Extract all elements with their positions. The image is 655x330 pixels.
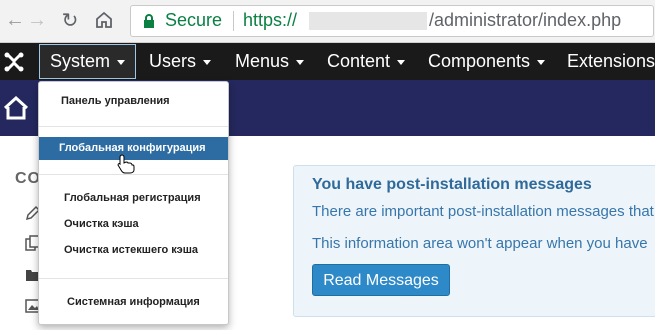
menu-menus[interactable]: Menus [235,43,305,80]
url-separator [233,11,234,31]
url-scheme: https:// [243,10,298,30]
menu-components[interactable]: Components [428,43,546,80]
chevron-down-icon [397,59,406,65]
post-install-message-panel: You have post-installation messages Ther… [293,165,655,317]
back-icon[interactable]: ← [3,8,27,32]
read-messages-button[interactable]: Read Messages [312,264,450,296]
chevron-down-icon [296,59,305,65]
browser-toolbar: ← → ↻ Secure https:// /administrator/ind… [0,0,655,43]
menu-system-label: System [50,51,111,71]
admin-top-nav: System Users Menus Content Components Ex… [0,43,655,80]
secure-label: Secure [165,10,223,30]
dropdown-item-control-panel[interactable]: Панель управления [39,90,228,112]
hand-cursor-icon [117,154,135,174]
menu-users[interactable]: Users [149,43,212,80]
address-bar[interactable]: Secure https:// /administrator/index.php [130,5,654,37]
dropdown-item-system-information[interactable]: Системная информация [39,291,228,313]
menu-menus-label: Menus [235,51,290,71]
home-nav-icon[interactable] [92,8,116,32]
menu-content[interactable]: Content [327,43,406,80]
url-path: /administrator/index.php [429,10,622,30]
chevron-down-icon [203,59,212,65]
dropdown-item-global-checkin[interactable]: Глобальная регистрация [39,187,228,209]
menu-users-label: Users [149,51,197,71]
system-dropdown-menu: Панель управления Глобальная конфигураци… [38,81,229,325]
dropdown-divider [39,126,228,127]
chevron-down-icon [537,59,546,65]
message-paragraph: There are important post-installation me… [312,203,654,220]
dropdown-divider [39,278,228,279]
dropdown-item-clear-cache[interactable]: Очистка кэша [39,213,228,235]
joomla-logo-icon[interactable] [2,50,26,74]
message-title: You have post-installation messages [312,176,592,193]
menu-components-label: Components [428,51,531,71]
lock-icon [144,14,154,28]
menu-system[interactable]: System [39,44,137,79]
menu-extensions-label: Extensions [567,51,655,71]
url-host-redacted [309,12,427,30]
chevron-down-icon [117,59,126,65]
dropdown-item-clear-expired-cache[interactable]: Очистка истекшего кэша [39,239,228,261]
message-info: This information area won't appear when … [312,235,648,252]
menu-content-label: Content [327,51,391,71]
menu-extensions[interactable]: Extensions [567,43,655,80]
home-icon[interactable] [3,96,29,120]
reload-icon[interactable]: ↻ [58,8,82,32]
forward-icon[interactable]: → [25,8,49,32]
dropdown-divider [39,174,228,175]
